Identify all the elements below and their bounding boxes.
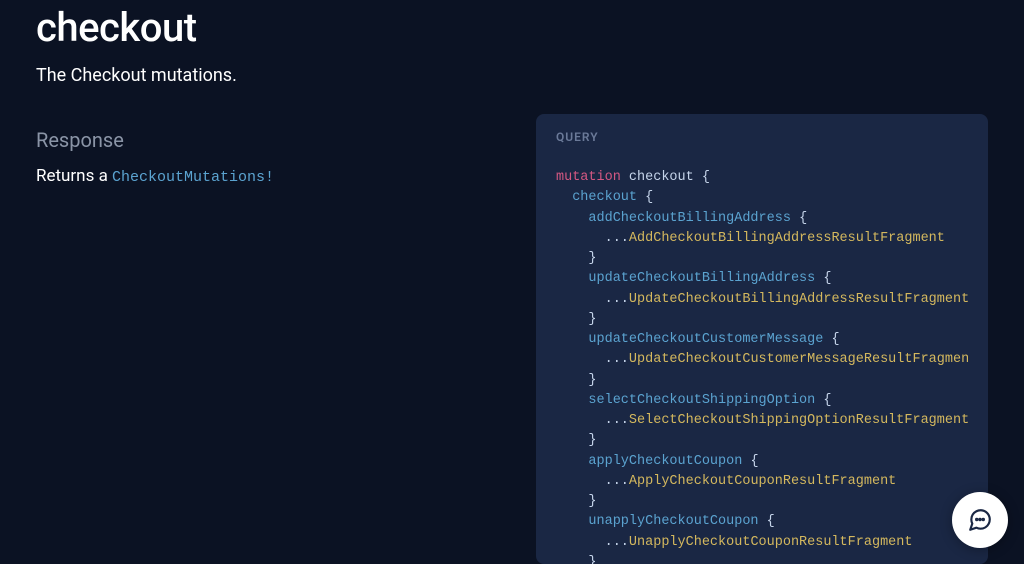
query-panel-label: QUERY bbox=[556, 130, 968, 144]
chat-button[interactable] bbox=[952, 492, 1008, 548]
query-panel: QUERY mutation checkout { checkout { add… bbox=[536, 114, 988, 564]
code-block: mutation checkout { checkout { addChecko… bbox=[556, 168, 968, 564]
page-subtitle: The Checkout mutations. bbox=[36, 65, 512, 86]
left-column: checkout The Checkout mutations. Respons… bbox=[36, 0, 512, 564]
returns-prefix: Returns a bbox=[36, 166, 112, 186]
returns-type-link[interactable]: CheckoutMutations! bbox=[112, 169, 274, 186]
returns-line: Returns a CheckoutMutations! bbox=[36, 166, 512, 186]
page-title: checkout bbox=[36, 4, 512, 51]
chat-icon bbox=[967, 507, 993, 533]
right-column: QUERY mutation checkout { checkout { add… bbox=[536, 0, 988, 564]
response-heading: Response bbox=[36, 128, 512, 152]
